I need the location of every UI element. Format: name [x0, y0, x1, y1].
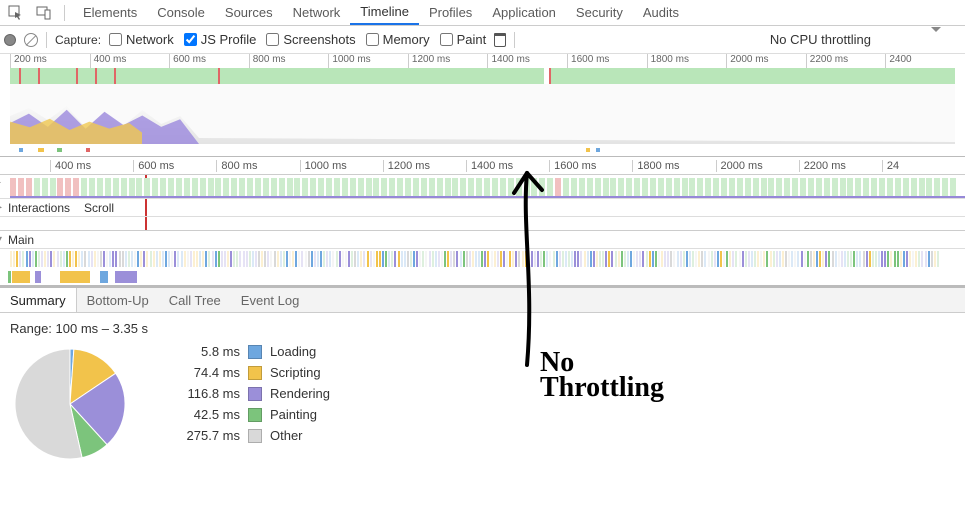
tab-security[interactable]: Security: [566, 0, 633, 25]
capture-screenshots[interactable]: Screenshots: [266, 32, 355, 47]
frames-track[interactable]: ▸: [0, 175, 965, 199]
collapse-handle-icon[interactable]: ▾: [0, 234, 2, 245]
interactions-row[interactable]: ▸ Interactions Scroll: [0, 199, 965, 217]
inspect-icon[interactable]: [4, 1, 28, 25]
capture-paint[interactable]: Paint: [440, 32, 487, 47]
tab-audits[interactable]: Audits: [633, 0, 689, 25]
separator: [514, 32, 515, 48]
tab-profiles[interactable]: Profiles: [419, 0, 482, 25]
main-label: Main: [8, 233, 34, 247]
legend-painting: 42.5 msPainting: [170, 407, 330, 422]
detail-time-ruler[interactable]: 400 ms600 ms800 ms1000 ms1200 ms1400 ms1…: [0, 157, 965, 175]
summary-tab-call-tree[interactable]: Call Tree: [159, 288, 231, 312]
scroll-label: Scroll: [84, 201, 114, 215]
summary-tab-bottom-up[interactable]: Bottom-Up: [77, 288, 159, 312]
overview-flame[interactable]: [10, 84, 955, 144]
record-button[interactable]: [4, 34, 16, 46]
main-thread-subtrack[interactable]: [0, 269, 965, 287]
capture-label: Capture:: [55, 33, 101, 47]
tab-application[interactable]: Application: [482, 0, 566, 25]
legend-other: 275.7 msOther: [170, 428, 330, 443]
capture-js-profile[interactable]: JS Profile: [184, 32, 257, 47]
main-row-header[interactable]: ▾ Main: [0, 231, 965, 249]
tab-console[interactable]: Console: [147, 0, 215, 25]
capture-network[interactable]: Network: [109, 32, 174, 47]
device-toggle-icon[interactable]: [32, 1, 56, 25]
tab-elements[interactable]: Elements: [73, 0, 147, 25]
expand-handle-icon[interactable]: ▸: [0, 177, 1, 188]
separator: [64, 5, 65, 21]
tab-network[interactable]: Network: [283, 0, 351, 25]
clear-button[interactable]: [24, 33, 38, 47]
summary-pie-chart: [10, 344, 130, 464]
throttle-select[interactable]: No CPU throttling: [770, 32, 871, 47]
annotation-text: NoThrottling: [540, 350, 664, 400]
expand-handle-icon[interactable]: ▸: [0, 202, 2, 213]
capture-memory[interactable]: Memory: [366, 32, 430, 47]
tab-timeline[interactable]: Timeline: [350, 0, 419, 25]
tab-sources[interactable]: Sources: [215, 0, 283, 25]
summary-tab-event-log[interactable]: Event Log: [231, 288, 310, 312]
separator: [46, 32, 47, 48]
trash-button[interactable]: [494, 33, 506, 47]
overview-network-bars: [10, 146, 955, 154]
interactions-label: Interactions: [8, 201, 70, 215]
main-thread-track[interactable]: [0, 249, 965, 269]
range-text: Range: 100 ms – 3.35 s: [10, 321, 955, 336]
legend-rendering: 116.8 msRendering: [170, 386, 330, 401]
legend-scripting: 74.4 msScripting: [170, 365, 330, 380]
overview-cpu-strip[interactable]: [10, 68, 955, 84]
chevron-down-icon[interactable]: [931, 32, 941, 47]
summary-tab-summary[interactable]: Summary: [0, 288, 77, 312]
overview-time-ruler[interactable]: 200 ms400 ms600 ms800 ms1000 ms1200 ms14…: [0, 54, 965, 68]
legend-loading: 5.8 msLoading: [170, 344, 330, 359]
